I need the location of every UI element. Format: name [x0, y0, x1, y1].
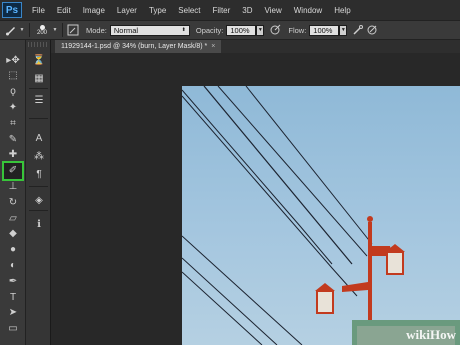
blur-tool-icon[interactable]: ● — [4, 242, 22, 258]
dock-divider — [29, 186, 48, 187]
menu-select[interactable]: Select — [172, 6, 206, 15]
canvas-photo — [182, 86, 460, 345]
pressure-opacity-icon[interactable] — [268, 23, 282, 37]
flow-input[interactable]: 100% — [309, 24, 340, 36]
menu-3d[interactable]: 3D — [236, 6, 258, 15]
healing-brush-icon[interactable]: ✚ — [4, 147, 22, 163]
move-tool-icon[interactable]: ▸✥ — [4, 52, 22, 68]
flow-label: Flow: — [288, 25, 307, 35]
brush-size-picker[interactable]: 200 — [33, 24, 51, 36]
brush-preset-icon[interactable] — [4, 23, 18, 37]
paragraph-panel-icon[interactable]: ¶ — [30, 166, 48, 182]
menu-help[interactable]: Help — [328, 6, 356, 15]
dock-divider — [29, 88, 48, 89]
menu-file[interactable]: File — [26, 6, 51, 15]
options-bar: ▼ 200 ▼ Mode: Normal ⬍ Opacity: 100% ▼ F… — [0, 20, 460, 40]
shape-tool-icon[interactable]: ▭ — [4, 321, 22, 337]
panel-dock: ⏳ ▦ ☰ A ⁂ ¶ ◈ ℹ — [26, 40, 51, 345]
opacity-input[interactable]: 100% — [226, 24, 257, 36]
info-panel-icon[interactable]: ℹ — [30, 216, 48, 232]
dock-divider — [29, 210, 48, 211]
opacity-value: 100% — [230, 25, 250, 35]
pressure-size-icon[interactable] — [365, 23, 379, 37]
flow-value: 100% — [313, 25, 333, 35]
pen-tool-icon[interactable]: ✒ — [4, 273, 22, 289]
magic-wand-icon[interactable]: ✦ — [4, 99, 22, 115]
photoshop-logo: Ps — [2, 2, 22, 18]
wikihow-watermark: wikiHow — [406, 327, 456, 342]
dodge-tool-icon[interactable]: ◐ — [4, 257, 22, 273]
lasso-tool-icon[interactable]: ϙ — [4, 84, 22, 100]
clone-stamp-icon[interactable]: ⊥ — [4, 178, 22, 194]
eyedropper-icon[interactable]: ✎ — [4, 131, 22, 147]
document-tab-bar: 11929144-1.psd @ 34% (burn, Layer Mask/8… — [51, 40, 460, 53]
document-canvas[interactable]: wikiHow — [182, 86, 460, 345]
airbrush-icon[interactable] — [351, 23, 365, 37]
menu-type[interactable]: Type — [143, 6, 172, 15]
adjustments-panel-icon[interactable]: ☰ — [30, 92, 48, 108]
menu-bar: Ps File Edit Image Layer Type Select Fil… — [0, 0, 460, 20]
menu-view[interactable]: View — [259, 6, 288, 15]
paint-bucket-icon[interactable]: ◆ — [4, 226, 22, 242]
brush-panel-icon[interactable]: ▦ — [30, 70, 48, 86]
menu-edit[interactable]: Edit — [51, 6, 77, 15]
divider — [62, 23, 63, 37]
menu-image[interactable]: Image — [77, 6, 111, 15]
mode-select[interactable]: Normal ⬍ — [109, 24, 190, 36]
mode-value: Normal — [113, 25, 139, 35]
type-tool-icon[interactable]: T — [4, 289, 22, 305]
menu-window[interactable]: Window — [288, 6, 328, 15]
menu-filter[interactable]: Filter — [207, 6, 237, 15]
history-brush-icon[interactable]: ↻ — [4, 194, 22, 210]
tool-preset-dropdown-icon[interactable]: ▼ — [18, 25, 26, 36]
dock-grip[interactable] — [28, 42, 49, 47]
tools-panel: ▸✥ ⬚ ϙ ✦ ⌗ ✎ ✚ ✐ ⊥ ↻ ▱ ◆ ● ◐ ✒ T ➤ ▭ — [0, 40, 26, 345]
flow-dropdown-icon[interactable]: ▼ — [339, 24, 348, 36]
character-panel-icon[interactable]: A — [30, 130, 48, 146]
brush-tool-icon[interactable]: ✐ — [2, 160, 24, 181]
layers-panel-icon[interactable]: ◈ — [30, 192, 48, 208]
chevron-updown-icon: ⬍ — [181, 26, 186, 33]
marquee-tool-icon[interactable]: ⬚ — [4, 68, 22, 84]
mode-label: Mode: — [86, 25, 107, 35]
brush-size-value: 200 — [36, 29, 47, 36]
opacity-label: Opacity: — [195, 25, 224, 35]
path-selection-icon[interactable]: ➤ — [4, 305, 22, 321]
styles-panel-icon[interactable]: ⁂ — [30, 148, 48, 164]
brush-panel-toggle-icon[interactable] — [66, 23, 80, 37]
brush-picker-dropdown-icon[interactable]: ▼ — [51, 25, 59, 36]
history-panel-icon[interactable]: ⏳ — [30, 52, 48, 68]
eraser-icon[interactable]: ▱ — [4, 210, 22, 226]
close-icon[interactable]: × — [211, 43, 215, 50]
document-tab-title: 11929144-1.psd @ 34% (burn, Layer Mask/8… — [61, 43, 208, 50]
menu-layer[interactable]: Layer — [111, 6, 143, 15]
crop-tool-icon[interactable]: ⌗ — [4, 115, 22, 131]
document-tab[interactable]: 11929144-1.psd @ 34% (burn, Layer Mask/8… — [55, 40, 222, 53]
opacity-dropdown-icon[interactable]: ▼ — [256, 24, 265, 36]
divider — [29, 23, 30, 37]
dock-divider — [29, 118, 48, 119]
